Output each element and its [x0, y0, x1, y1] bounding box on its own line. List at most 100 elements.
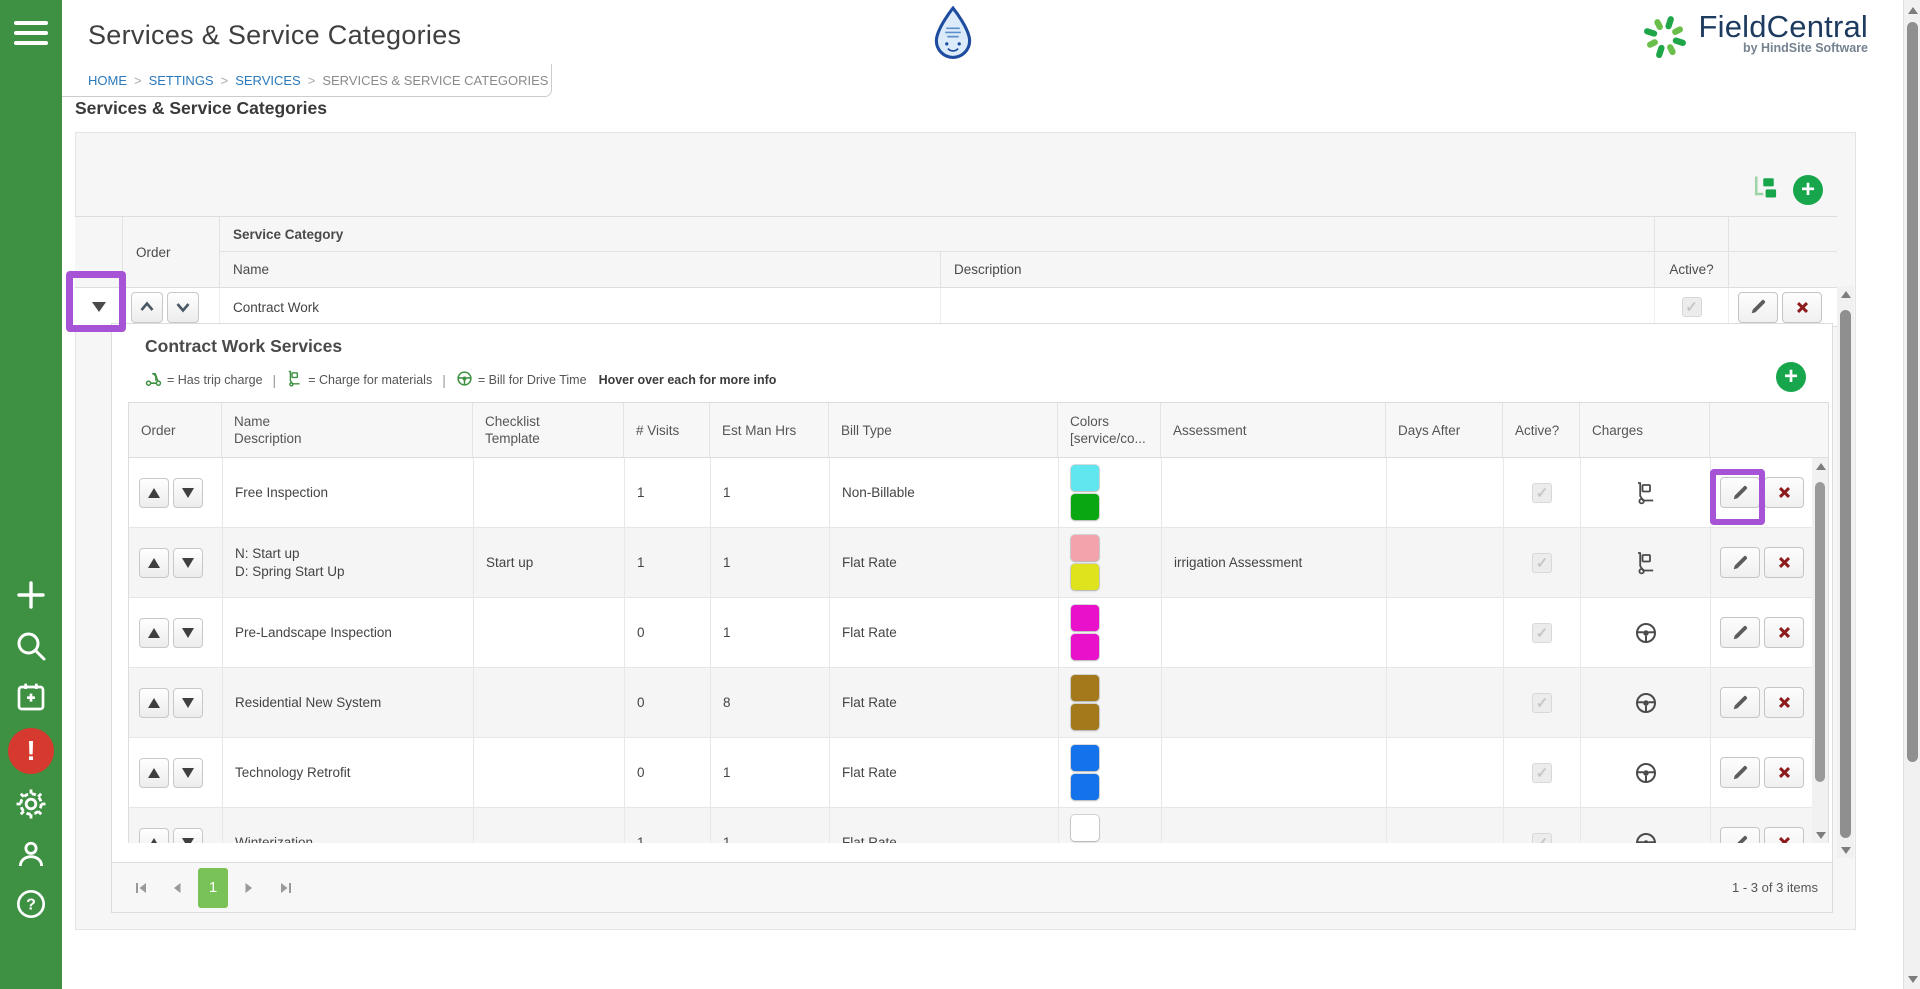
service-visits: 1 [625, 808, 711, 843]
bill-type-column-header[interactable]: Bill Type [829, 403, 1058, 457]
est-man-hrs-column-header[interactable]: Est Man Hrs [710, 403, 829, 457]
service-delete-button[interactable] [1764, 477, 1804, 508]
scroll-up-icon[interactable] [1837, 286, 1854, 302]
checklist-template-column-header[interactable]: ChecklistTemplate [473, 403, 624, 457]
service-edit-button[interactable] [1720, 547, 1760, 578]
materials-icon[interactable] [1634, 551, 1658, 575]
page-scrollbar[interactable] [1903, 0, 1920, 989]
service-name: N: Start upD: Spring Start Up [223, 528, 474, 597]
previous-page-button[interactable] [162, 868, 192, 908]
colors-column-header[interactable]: Colors[service/co... [1058, 403, 1161, 457]
help-icon[interactable]: ? [0, 882, 62, 926]
account-icon[interactable] [0, 832, 62, 876]
scrollbar-thumb[interactable] [1840, 310, 1851, 838]
service-row: Free Inspection 1 1 Non-Billable [129, 458, 1813, 528]
next-page-button[interactable] [234, 868, 264, 908]
scroll-up-icon[interactable] [1904, 2, 1920, 18]
service-move-up-button[interactable] [139, 828, 169, 844]
service-edit-button[interactable] [1720, 827, 1760, 843]
category-edit-button[interactable] [1738, 292, 1778, 323]
first-page-button[interactable] [126, 868, 156, 908]
completed-color-swatch [1071, 774, 1099, 800]
name-description-column-header[interactable]: NameDescription [222, 403, 473, 457]
service-edit-button[interactable] [1720, 617, 1760, 648]
sidebar: ! ? [0, 0, 62, 989]
category-tree-icon[interactable] [1751, 173, 1779, 206]
search-icon[interactable] [0, 626, 62, 666]
service-days-after [1387, 598, 1504, 667]
service-delete-button[interactable] [1764, 687, 1804, 718]
category-move-up-button[interactable] [131, 292, 163, 323]
page-heading: Services & Service Categories [75, 98, 327, 119]
service-move-up-button[interactable] [139, 758, 169, 788]
days-after-column-header[interactable]: Days After [1386, 403, 1503, 457]
category-grid-scrollbar[interactable] [1837, 286, 1854, 858]
category-active-checkbox[interactable] [1682, 297, 1702, 317]
service-move-down-button[interactable] [173, 828, 203, 844]
description-column-header[interactable]: Description [941, 252, 1655, 287]
service-est-man-hrs: 1 [711, 528, 830, 597]
current-page-button[interactable]: 1 [198, 868, 228, 908]
schedule-add-icon[interactable] [0, 677, 62, 717]
service-assessment [1162, 598, 1387, 667]
service-move-up-button[interactable] [139, 688, 169, 718]
alerts-icon[interactable]: ! [0, 726, 62, 776]
service-active-checkbox[interactable] [1532, 763, 1552, 783]
menu-icon[interactable] [0, 12, 62, 54]
service-active-checkbox[interactable] [1532, 483, 1552, 503]
scrollbar-thumb[interactable] [1815, 482, 1825, 782]
service-edit-button[interactable] [1720, 477, 1760, 508]
order-column-header: Order [128, 403, 222, 457]
add-icon[interactable] [0, 575, 62, 615]
services-grid-scrollbar[interactable] [1812, 458, 1828, 843]
service-active-checkbox[interactable] [1532, 553, 1552, 573]
category-delete-button[interactable] [1782, 292, 1822, 323]
drive-time-icon[interactable] [1634, 691, 1658, 715]
service-delete-button[interactable] [1764, 547, 1804, 578]
breadcrumb-home[interactable]: HOME [88, 73, 127, 88]
scroll-down-icon[interactable] [1837, 842, 1854, 858]
pager-summary: 1 - 3 of 3 items [1732, 880, 1818, 895]
service-move-down-button[interactable] [173, 478, 203, 508]
last-page-button[interactable] [270, 868, 300, 908]
service-delete-button[interactable] [1764, 757, 1804, 788]
name-column-header[interactable]: Name [220, 252, 941, 287]
mascot-drop-logo [932, 6, 974, 65]
add-service-button[interactable]: + [1776, 362, 1806, 392]
breadcrumb-services[interactable]: SERVICES [235, 73, 301, 88]
service-checklist-template [474, 458, 625, 527]
collapse-category-button[interactable] [75, 288, 123, 326]
settings-icon[interactable] [0, 782, 62, 826]
service-edit-button[interactable] [1720, 757, 1760, 788]
service-move-up-button[interactable] [139, 618, 169, 648]
service-edit-button[interactable] [1720, 687, 1760, 718]
service-move-down-button[interactable] [173, 688, 203, 718]
scrollbar-thumb[interactable] [1907, 22, 1918, 762]
service-active-checkbox[interactable] [1532, 623, 1552, 643]
drive-time-icon[interactable] [1634, 831, 1658, 844]
service-color-swatch [1071, 465, 1099, 491]
add-category-button[interactable]: + [1793, 175, 1823, 205]
drive-time-icon[interactable] [1634, 621, 1658, 645]
assessment-column-header[interactable]: Assessment [1161, 403, 1386, 457]
scroll-down-icon[interactable] [1904, 971, 1920, 987]
service-category-group-header: Service Category [220, 217, 1655, 252]
category-move-down-button[interactable] [167, 292, 199, 323]
service-active-checkbox[interactable] [1532, 693, 1552, 713]
service-active-checkbox[interactable] [1532, 833, 1552, 844]
materials-icon[interactable] [1634, 481, 1658, 505]
service-delete-button[interactable] [1764, 827, 1804, 843]
visits-column-header[interactable]: # Visits [624, 403, 710, 457]
drive-time-icon[interactable] [1634, 761, 1658, 785]
service-move-up-button[interactable] [139, 548, 169, 578]
service-delete-button[interactable] [1764, 617, 1804, 648]
scroll-down-icon[interactable] [1812, 827, 1829, 843]
service-move-down-button[interactable] [173, 618, 203, 648]
service-move-up-button[interactable] [139, 478, 169, 508]
service-name-line: Pre-Landscape Inspection [235, 624, 392, 642]
breadcrumb-settings[interactable]: SETTINGS [149, 73, 214, 88]
service-move-down-button[interactable] [173, 548, 203, 578]
scroll-up-icon[interactable] [1812, 458, 1829, 474]
service-move-down-button[interactable] [173, 758, 203, 788]
service-bill-type: Flat Rate [830, 668, 1059, 737]
